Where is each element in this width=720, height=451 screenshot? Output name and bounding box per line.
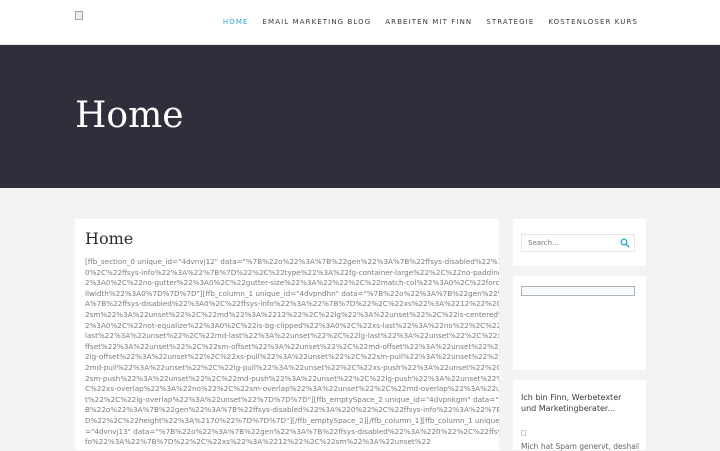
post-widget: Ich bin Finn, Werbetexter und Marketingb… [513,380,646,451]
top-navigation-bar: HOME EMAIL MARKETING BLOG ARBEITEN MIT F… [0,0,720,45]
main-content-card: Home [ffb_section_0 unique_id="4dvnvj12"… [75,219,499,450]
hero-title: Home [75,95,184,136]
nav-kostenloser-kurs[interactable]: KOSTENLOSER KURS [548,18,638,26]
image-widget [513,276,646,370]
search-widget [513,219,646,266]
search-input[interactable] [522,235,618,251]
nav-email-marketing-blog[interactable]: EMAIL MARKETING BLOG [263,18,372,26]
nav-strategie[interactable]: STRATEGIE [486,18,534,26]
search-box [521,234,635,252]
sidebar-broken-image [521,286,635,296]
post-title-link[interactable]: Ich bin Finn, Werbetexter und Marketingb… [521,392,639,414]
post-thumbnail [521,430,526,436]
page-title: Home [85,229,134,248]
site-logo-broken-image[interactable] [75,11,83,20]
page-hero: Home [0,45,720,188]
nav-arbeiten-mit-finn[interactable]: ARBEITEN MIT FINN [385,18,472,26]
nav-home[interactable]: HOME [223,18,249,26]
main-nav: HOME EMAIL MARKETING BLOG ARBEITEN MIT F… [223,18,638,26]
magnifier-icon[interactable] [620,238,630,248]
shortcode-text: [ffb_section_0 unique_id="4dvnvj12" data… [85,257,499,447]
